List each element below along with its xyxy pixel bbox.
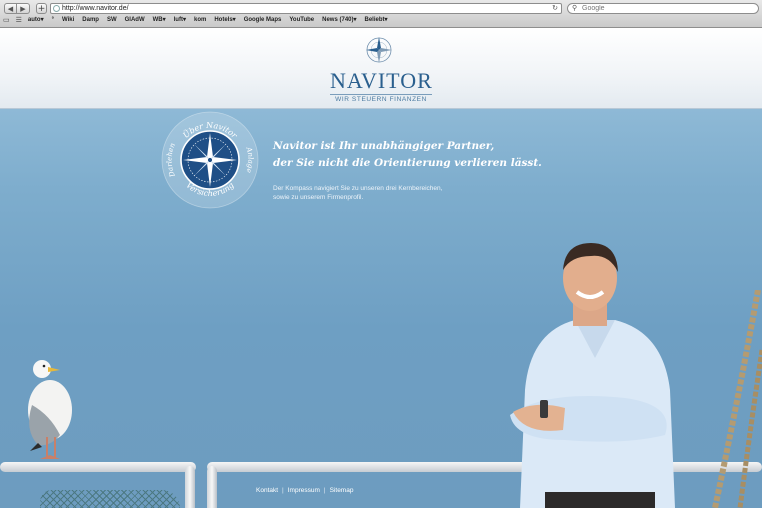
site-logo-text[interactable]: NAVITOR	[330, 69, 432, 93]
site-footer: Kontakt | Impressum | Sitemap	[256, 487, 353, 494]
bookmark-item[interactable]: °	[52, 15, 54, 26]
seagull-image	[28, 360, 72, 459]
hero-subtext: Der Kompass navigiert Sie zu unseren dre…	[273, 184, 442, 202]
fishing-net	[40, 490, 180, 508]
hero-headline-line: Navitor ist Ihr unabhängiger Partner,	[273, 140, 495, 152]
bookmark-item[interactable]: Damp	[82, 15, 99, 26]
compass-navigation[interactable]: Über Navitor Darlehen Anlage Versicherun…	[160, 110, 260, 210]
site-header: NAVITOR WIR STEUERN FINANZEN	[0, 28, 762, 109]
footer-link-sitemap[interactable]: Sitemap	[330, 487, 354, 494]
globe-icon	[53, 5, 60, 12]
search-input[interactable]	[582, 4, 752, 13]
compass-logo-icon[interactable]	[365, 36, 393, 64]
forward-arrow-icon: ▶	[20, 6, 26, 13]
search-box[interactable]: ⚲	[567, 3, 759, 14]
hero-headline-line: der Sie nicht die Orientierung verlieren…	[273, 157, 542, 169]
bookmark-item[interactable]: News (740)▾	[322, 15, 356, 26]
footer-separator: |	[282, 487, 284, 494]
bookmark-item[interactable]: Hotels▾	[214, 15, 235, 26]
railing-post	[185, 466, 195, 508]
site-tagline: WIR STEUERN FINANZEN	[330, 94, 432, 104]
footer-link-imprint[interactable]: Impressum	[288, 487, 320, 494]
bookmarks-bar: ▭ ☰ auto▾ ° Wiki Damp SW GIAdW WB▾ luft▾…	[3, 15, 396, 26]
bookmark-item[interactable]: auto▾	[28, 15, 44, 26]
railing-post	[207, 466, 217, 508]
hero-headline: Navitor ist Ihr unabhängiger Partner, de…	[273, 138, 542, 172]
rope-image	[712, 290, 762, 508]
back-button[interactable]: ◀	[4, 3, 17, 14]
hero-subtext-line: sowie zu unserem Firmenprofil.	[273, 194, 364, 201]
hero-subtext-line: Der Kompass navigiert Sie zu unseren dre…	[273, 185, 443, 192]
plus-icon: +	[37, 4, 46, 14]
forward-button[interactable]: ▶	[17, 3, 30, 14]
bookmark-item[interactable]: Beliebt▾	[365, 15, 388, 26]
bookmark-item[interactable]: GIAdW	[125, 15, 145, 26]
reading-list-icon[interactable]: ▭	[3, 15, 10, 26]
address-bar[interactable]: http://www.navitor.de/ ↻	[50, 3, 562, 14]
back-arrow-icon: ◀	[7, 6, 14, 13]
history-buttons: ◀ ▶	[4, 3, 32, 14]
advisor-photo	[510, 243, 675, 508]
footer-separator: |	[323, 487, 326, 494]
bookmark-item[interactable]: Google Maps	[244, 15, 282, 26]
show-all-bookmarks-icon[interactable]: ☰	[16, 15, 22, 26]
bookmark-item[interactable]: luft▾	[174, 15, 186, 26]
footer-link-contact[interactable]: Kontakt	[256, 487, 278, 494]
bookmark-item[interactable]: YouTube	[289, 15, 314, 26]
search-icon: ⚲	[572, 5, 578, 12]
address-text[interactable]: http://www.navitor.de/	[62, 4, 129, 14]
reload-icon[interactable]: ↻	[552, 4, 558, 14]
bookmark-item[interactable]: WB▾	[153, 15, 166, 26]
browser-toolbar: ◀ ▶ + http://www.navitor.de/ ↻ ⚲ ▭ ☰ aut…	[0, 0, 762, 28]
bookmark-item[interactable]: kom	[194, 15, 206, 26]
add-bookmark-button[interactable]: +	[36, 3, 47, 14]
bookmark-item[interactable]: Wiki	[62, 15, 74, 26]
bookmark-item[interactable]: SW	[107, 15, 117, 26]
